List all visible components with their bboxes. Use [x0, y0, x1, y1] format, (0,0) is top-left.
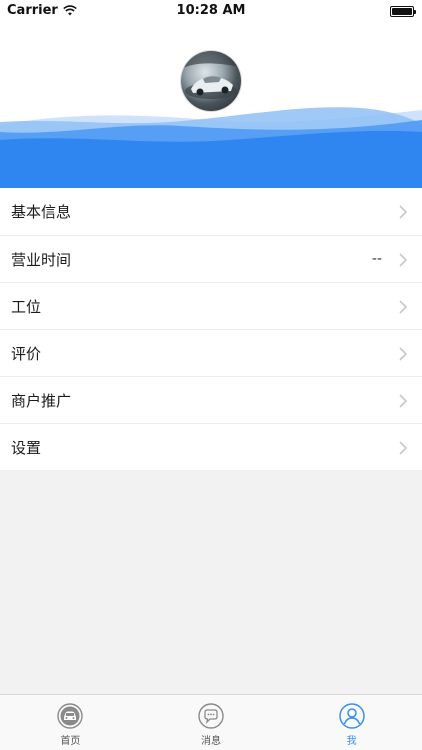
menu-item-label: 设置	[11, 438, 42, 457]
user-icon	[338, 703, 365, 729]
business-hours-value: --	[371, 251, 382, 267]
menu-item-label: 商户推广	[11, 391, 72, 410]
menu-item-reviews[interactable]: 评价	[0, 329, 422, 376]
menu-item-settings[interactable]: 设置	[0, 423, 422, 470]
tab-label: 我	[346, 736, 357, 747]
status-time: 10:28 AM	[176, 3, 246, 18]
chevron-right-icon	[399, 205, 408, 219]
chevron-right-icon	[399, 253, 408, 267]
menu-item-merchant-promotion[interactable]: 商户推广	[0, 376, 422, 423]
chevron-right-icon	[399, 394, 408, 408]
menu-item-workstation[interactable]: 工位	[0, 282, 422, 329]
tab-label: 消息	[201, 736, 221, 747]
menu-item-label: 基本信息	[11, 203, 72, 221]
chevron-right-icon	[399, 300, 408, 314]
tab-messages[interactable]: 消息	[141, 695, 282, 750]
battery-icon	[390, 6, 416, 17]
chevron-right-icon	[399, 347, 408, 361]
status-bar: Carrier 10:28 AM	[0, 0, 422, 22]
tab-me[interactable]: 我	[281, 695, 422, 750]
avatar[interactable]	[181, 51, 241, 111]
tab-bar: 首页 消息 我	[0, 694, 422, 750]
car-icon	[57, 703, 84, 729]
menu-item-business-hours[interactable]: 营业时间 --	[0, 235, 422, 282]
menu-item-basic-info[interactable]: 基本信息	[0, 188, 422, 235]
menu-item-label: 营业时间	[11, 250, 72, 269]
tab-home[interactable]: 首页	[0, 695, 141, 750]
menu-item-label: 工位	[11, 297, 42, 316]
profile-header	[0, 22, 422, 188]
tab-label: 首页	[60, 736, 81, 747]
menu-list: 基本信息 营业时间 -- 工位 评价 商户推广 设置	[0, 188, 422, 470]
chevron-right-icon	[399, 441, 408, 455]
chat-bubble-icon	[198, 703, 224, 729]
car-photo-icon	[181, 51, 241, 99]
menu-item-label: 评价	[11, 344, 42, 363]
